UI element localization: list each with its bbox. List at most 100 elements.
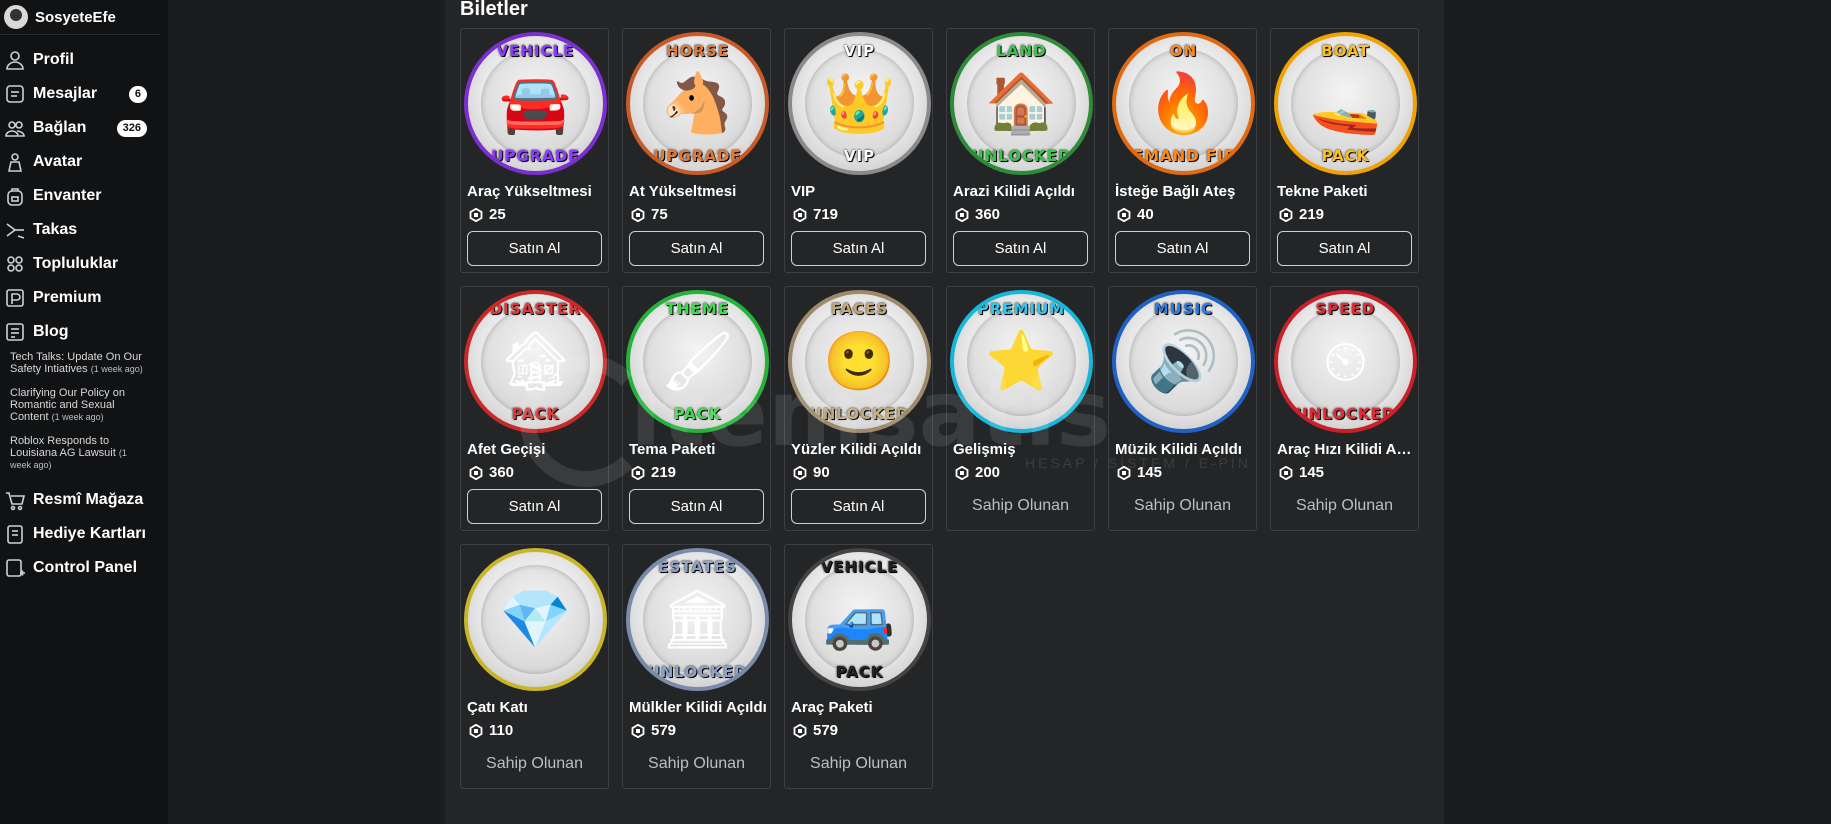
- pass-name[interactable]: Yüzler Kilidi Açıldı: [791, 441, 931, 458]
- premium-icon: [4, 287, 26, 309]
- blog-post-link[interactable]: Clarifying Our Policy on Romantic and Se…: [10, 387, 150, 423]
- badge-top-text: PREMIUM: [977, 300, 1066, 318]
- pass-art-icon: 💎: [499, 586, 572, 652]
- pass-thumbnail[interactable]: ⭐ PREMIUM: [950, 290, 1093, 433]
- pass-card[interactable]: 🖌 THEME PACK Tema Paketi 219 Satın Al: [622, 286, 771, 531]
- blog-post-link[interactable]: Roblox Responds to Louisiana AG Lawsuit …: [10, 435, 150, 471]
- blog-post-link[interactable]: Tech Talks: Update On Our Safety Intiati…: [10, 351, 150, 375]
- buy-button[interactable]: Satın Al: [629, 231, 764, 266]
- pass-name[interactable]: Arazi Kilidi Açıldı: [953, 183, 1093, 200]
- buy-button[interactable]: Satın Al: [467, 489, 602, 524]
- pass-name[interactable]: At Yükseltmesi: [629, 183, 769, 200]
- price-value: 360: [975, 206, 1001, 223]
- buy-button[interactable]: Satın Al: [1115, 231, 1250, 266]
- nav-item-blog[interactable]: Blog: [0, 315, 168, 349]
- nav-item-messages[interactable]: Mesajlar 6: [0, 77, 168, 111]
- nav-item-giftcards[interactable]: Hediye Kartları: [0, 517, 168, 551]
- pass-thumbnail[interactable]: 🚘 VEHICLE UPGRADE: [464, 32, 607, 175]
- nav-item-store[interactable]: Resmî Mağaza: [0, 483, 168, 517]
- pass-thumbnail[interactable]: 🖌 THEME PACK: [626, 290, 769, 433]
- buy-button[interactable]: Satın Al: [629, 489, 764, 524]
- pass-name[interactable]: Müzik Kilidi Açıldı: [1115, 441, 1255, 458]
- pass-card[interactable]: 👑 VIP VIP VIP 719 Satın Al: [784, 28, 933, 273]
- user-header[interactable]: SosyeteEfe: [0, 0, 160, 35]
- pass-card[interactable]: 🚙 VEHICLE PACK Araç Paketi 579 Sahip Olunan: [784, 544, 933, 789]
- robux-icon: [469, 723, 483, 738]
- pass-card[interactable]: 🔥 ON DEMAND FIRE İsteğe Bağlı Ateş 40 Satın A…: [1108, 28, 1257, 273]
- pass-card[interactable]: 🏠 LAND UNLOCKED Arazi Kilidi Açıldı 360 Satın…: [946, 28, 1095, 273]
- pass-name[interactable]: Tema Paketi: [629, 441, 769, 458]
- pass-card[interactable]: ⏲ SPEED UNLOCKED Araç Hızı Kilidi Açıldı 145…: [1270, 286, 1419, 531]
- pass-name[interactable]: Mülkler Kilidi Açıldı: [629, 699, 769, 716]
- pass-card[interactable]: 🏛 ESTATES UNLOCKED Mülkler Kilidi Açıldı 579…: [622, 544, 771, 789]
- pass-name[interactable]: Araç Hızı Kilidi Açıldı: [1277, 441, 1417, 458]
- nav-item-premium[interactable]: Premium: [0, 281, 168, 315]
- pass-thumbnail[interactable]: 👑 VIP VIP: [788, 32, 931, 175]
- nav-item-avatar[interactable]: Avatar: [0, 145, 168, 179]
- passes-section: Biletler 🚘 VEHICLE UPGRADE Araç Yükseltmesi…: [445, 0, 1444, 824]
- owned-label: Sahip Olunan: [1296, 497, 1393, 514]
- pass-card[interactable]: 🚤 BOAT PACK Tekne Paketi 219 Satın Al: [1270, 28, 1419, 273]
- price-value: 200: [975, 464, 1001, 481]
- robux-icon: [1117, 207, 1131, 222]
- buy-button[interactable]: Satın Al: [953, 231, 1088, 266]
- pass-name[interactable]: Tekne Paketi: [1277, 183, 1417, 200]
- owned-label: Sahip Olunan: [972, 497, 1069, 514]
- pass-thumbnail[interactable]: ⏲ SPEED UNLOCKED: [1274, 290, 1417, 433]
- buy-button[interactable]: Satın Al: [791, 231, 926, 266]
- badge-bottom-text: UPGRADE: [653, 147, 742, 165]
- nav-item-control[interactable]: Control Panel: [0, 551, 168, 585]
- price-value: 90: [813, 464, 830, 481]
- robux-icon: [1279, 207, 1293, 222]
- avatar[interactable]: [4, 5, 28, 29]
- pass-card[interactable]: 🚘 VEHICLE UPGRADE Araç Yükseltmesi 25 Satın A…: [460, 28, 609, 273]
- robux-icon: [1117, 465, 1131, 480]
- pass-thumbnail[interactable]: 🔥 ON DEMAND FIRE: [1112, 32, 1255, 175]
- pass-card[interactable]: 🏚 DISASTER PACK Afet Geçişi 360 Satın Al: [460, 286, 609, 531]
- nav-item-profile[interactable]: Profil: [0, 43, 168, 77]
- robux-icon: [469, 465, 483, 480]
- badge-top-text: VIP: [843, 42, 876, 60]
- badge-bottom-text: PACK: [835, 663, 884, 681]
- price-value: 219: [651, 464, 677, 481]
- pass-name[interactable]: Afet Geçişi: [467, 441, 607, 458]
- pass-name[interactable]: Araç Paketi: [791, 699, 931, 716]
- robux-icon: [793, 465, 807, 480]
- pass-name[interactable]: Gelişmiş: [953, 441, 1093, 458]
- robux-icon: [1279, 465, 1293, 480]
- robux-icon: [793, 723, 807, 738]
- pass-thumbnail[interactable]: 🔊 MUSIC: [1112, 290, 1255, 433]
- pass-name[interactable]: Çatı Katı: [467, 699, 607, 716]
- nav-item-trade[interactable]: Takas: [0, 213, 168, 247]
- pass-price: 579: [631, 722, 676, 739]
- badge-top-text: SPEED: [1315, 300, 1376, 318]
- pass-price: 75: [631, 206, 668, 223]
- pass-thumbnail[interactable]: 🙂 FACES UNLOCKED: [788, 290, 931, 433]
- username[interactable]: SosyeteEfe: [35, 9, 116, 26]
- pass-thumbnail[interactable]: 🚤 BOAT PACK: [1274, 32, 1417, 175]
- pass-card[interactable]: 🙂 FACES UNLOCKED Yüzler Kilidi Açıldı 90 Satı…: [784, 286, 933, 531]
- pass-card[interactable]: 🔊 MUSIC Müzik Kilidi Açıldı 145 Sahip Olunan: [1108, 286, 1257, 531]
- pass-thumbnail[interactable]: 💎: [464, 548, 607, 691]
- pass-card[interactable]: 🐴 HORSE UPGRADE At Yükseltmesi 75 Satın Al: [622, 28, 771, 273]
- nav-item-connect[interactable]: Bağlan 326: [0, 111, 168, 145]
- pass-card[interactable]: 💎 Çatı Katı 110 Sahip Olunan: [460, 544, 609, 789]
- price-value: 719: [813, 206, 839, 223]
- pass-thumbnail[interactable]: 🏚 DISASTER PACK: [464, 290, 607, 433]
- pass-name[interactable]: VIP: [791, 183, 931, 200]
- nav-item-inventory[interactable]: Envanter: [0, 179, 168, 213]
- robux-icon: [955, 465, 969, 480]
- nav-menu: Profil Mesajlar 6 Bağlan 326 Avatar Envanter Ta…: [0, 43, 168, 349]
- buy-button[interactable]: Satın Al: [467, 231, 602, 266]
- buy-button[interactable]: Satın Al: [1277, 231, 1412, 266]
- pass-thumbnail[interactable]: 🐴 HORSE UPGRADE: [626, 32, 769, 175]
- buy-button[interactable]: Satın Al: [791, 489, 926, 524]
- pass-thumbnail[interactable]: 🏠 LAND UNLOCKED: [950, 32, 1093, 175]
- pass-thumbnail[interactable]: 🚙 VEHICLE PACK: [788, 548, 931, 691]
- pass-thumbnail[interactable]: 🏛 ESTATES UNLOCKED: [626, 548, 769, 691]
- nav-item-groups[interactable]: Topluluklar: [0, 247, 168, 281]
- pass-card[interactable]: ⭐ PREMIUM Gelişmiş 200 Sahip Olunan: [946, 286, 1095, 531]
- pass-name[interactable]: Araç Yükseltmesi: [467, 183, 607, 200]
- pass-name[interactable]: İsteğe Bağlı Ateş: [1115, 183, 1255, 200]
- badge-top-text: VEHICLE: [820, 558, 899, 576]
